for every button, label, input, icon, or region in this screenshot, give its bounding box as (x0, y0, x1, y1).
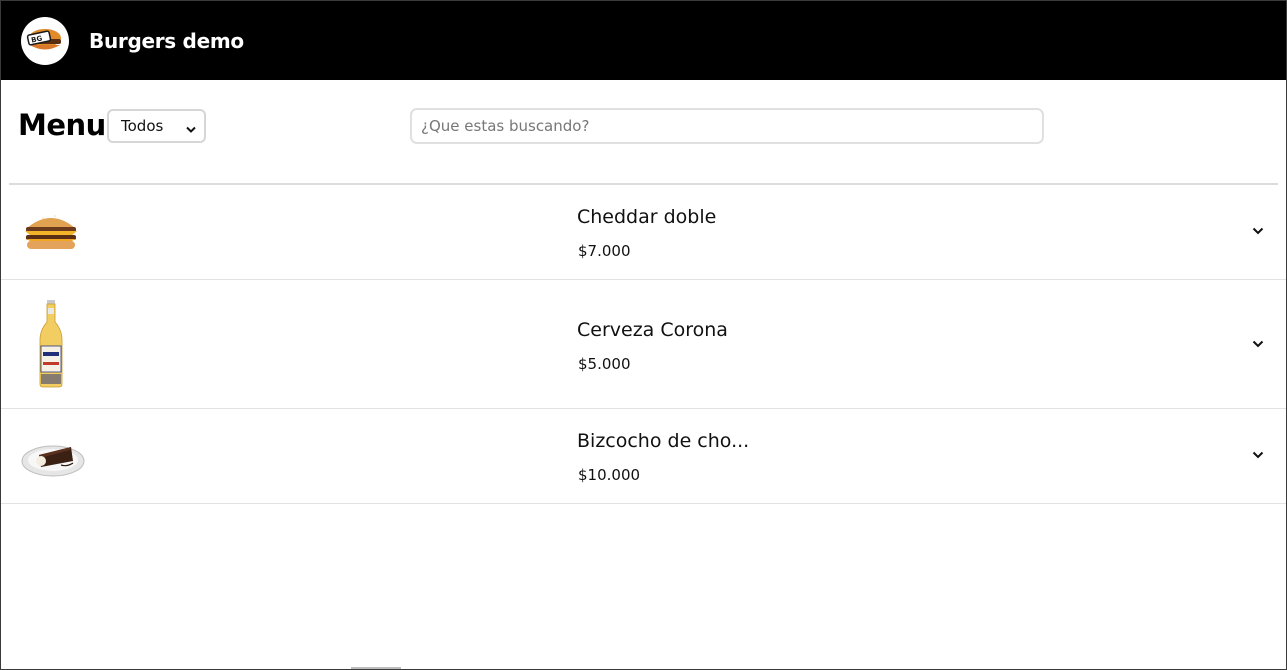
list-item[interactable]: Cheddar doble $7.000 (1, 184, 1286, 280)
chevron-down-icon[interactable] (1250, 223, 1266, 239)
category-select-value: Todos (121, 117, 164, 135)
chevron-down-icon[interactable] (1250, 336, 1266, 352)
burger-logo-icon[interactable]: BG (21, 16, 69, 65)
page-title: Menu (18, 108, 106, 142)
product-price: $5.000 (578, 355, 631, 373)
search-input[interactable] (410, 108, 1044, 144)
app-title: Burgers demo (89, 28, 244, 53)
top-bar: BG Burgers demo (1, 1, 1286, 80)
product-name: Cheddar doble (577, 206, 717, 228)
product-name: Cerveza Corona (577, 319, 728, 341)
list-item[interactable]: Cerveza Corona $5.000 (1, 280, 1286, 409)
product-price: $10.000 (578, 466, 641, 484)
cheeseburger-image (21, 208, 81, 259)
menu-toolbar: Menu Todos (1, 80, 1286, 185)
product-name: Bizcocho de cho... (577, 430, 750, 452)
chevron-down-icon (186, 120, 196, 138)
product-list: Cheddar doble $7.000 Cerveza Corona $5.0… (1, 184, 1286, 504)
category-select[interactable]: Todos (107, 109, 206, 143)
scroll-indicator (351, 667, 401, 669)
cake-slice-image (21, 439, 85, 484)
chevron-down-icon[interactable] (1250, 447, 1266, 463)
beer-bottle-image (37, 300, 65, 393)
list-item[interactable]: Bizcocho de cho... $10.000 (1, 409, 1286, 504)
product-price: $7.000 (578, 242, 631, 260)
app-window: BG Burgers demo Menu Todos ¿Que estas bu… (0, 0, 1287, 670)
